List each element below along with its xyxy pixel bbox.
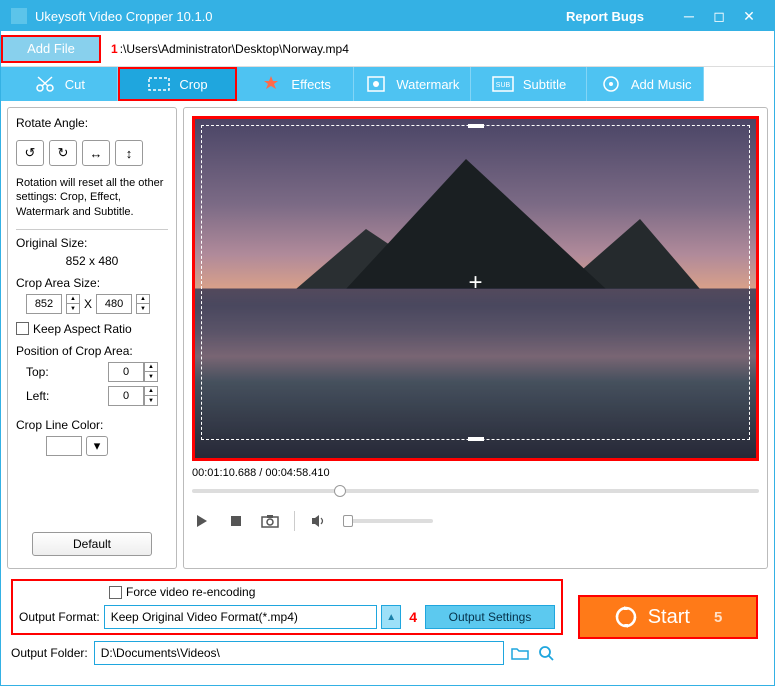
crop-icon [147, 75, 171, 93]
tab-spacer [704, 67, 774, 101]
annotation-5: 5 [714, 609, 722, 626]
crop-width-spinner[interactable]: ▲▼ [66, 294, 80, 314]
svg-text:SUB: SUB [496, 82, 511, 89]
app-title: Ukeysoft Video Cropper 10.1.0 [35, 9, 566, 24]
play-button[interactable] [192, 511, 212, 531]
tab-cut[interactable]: Cut [1, 67, 118, 101]
output-format-label: Output Format: [19, 610, 100, 624]
subtitle-icon: SUB [491, 75, 515, 93]
tab-addmusic-label: Add Music [631, 77, 692, 92]
crop-left-spinner[interactable]: ▲▼ [144, 386, 158, 406]
close-button[interactable]: ✕ [734, 8, 764, 25]
snapshot-button[interactable] [260, 511, 280, 531]
output-folder-input[interactable] [94, 641, 504, 665]
crop-left-input[interactable] [108, 386, 144, 406]
output-format-dropdown-button[interactable]: ▲ [381, 605, 401, 629]
output-format-select[interactable]: Keep Original Video Format(*.mp4) [104, 605, 378, 629]
tab-cut-label: Cut [65, 77, 85, 92]
titlebar: Ukeysoft Video Cropper 10.1.0 Report Bug… [1, 1, 774, 31]
crop-settings-panel: Rotate Angle: ↺ ↻ ↔ ↕ Rotation will rese… [7, 107, 177, 569]
tab-subtitle[interactable]: SUB Subtitle [471, 67, 588, 101]
tab-effects[interactable]: Effects [237, 67, 354, 101]
crop-position-label: Position of Crop Area: [16, 344, 168, 358]
crop-frame-overlay[interactable]: + [201, 125, 750, 440]
music-icon [599, 75, 623, 93]
default-button[interactable]: Default [32, 532, 152, 556]
flip-vertical-button[interactable]: ↕ [115, 140, 143, 166]
flip-horizontal-button[interactable]: ↔ [82, 140, 110, 166]
crop-line-color-label: Crop Line Color: [16, 418, 168, 432]
output-format-value: Keep Original Video Format(*.mp4) [111, 610, 298, 624]
force-reencode-checkbox[interactable] [109, 586, 122, 599]
seek-thumb[interactable] [334, 485, 346, 497]
open-folder-button[interactable] [536, 643, 556, 663]
crop-handle-top[interactable] [468, 124, 484, 128]
tool-tabs: Cut Crop Effects Watermark SUB Subtitle … [1, 67, 774, 101]
tab-crop[interactable]: Crop [118, 67, 238, 101]
tab-watermark-label: Watermark [396, 77, 459, 92]
annotation-1: 1 [111, 42, 118, 56]
browse-folder-button[interactable] [510, 643, 530, 663]
tab-watermark[interactable]: Watermark [354, 67, 471, 101]
maximize-button[interactable]: ◻ [704, 8, 734, 25]
force-reencode-label: Force video re-encoding [126, 585, 255, 599]
add-file-button[interactable]: Add File [1, 35, 101, 63]
rotate-cw-button[interactable]: ↻ [49, 140, 77, 166]
crop-line-color-dropdown[interactable]: ▾ [86, 436, 108, 456]
effects-icon [259, 75, 283, 93]
report-bugs-link[interactable]: Report Bugs [566, 9, 644, 24]
tab-crop-label: Crop [179, 77, 207, 92]
start-label: Start [648, 606, 690, 629]
crop-height-input[interactable] [96, 294, 132, 314]
crop-handle-bottom[interactable] [468, 437, 484, 441]
annotation-4: 4 [409, 609, 417, 625]
left-label: Left: [26, 389, 49, 403]
top-label: Top: [26, 365, 49, 379]
tab-effects-label: Effects [291, 77, 331, 92]
rotate-angle-label: Rotate Angle: [16, 116, 168, 130]
keep-aspect-label: Keep Aspect Ratio [33, 322, 132, 336]
crop-top-spinner[interactable]: ▲▼ [144, 362, 158, 382]
original-size-label: Original Size: [16, 236, 168, 250]
rotation-note: Rotation will reset all the other settin… [16, 176, 168, 219]
crop-height-spinner[interactable]: ▲▼ [136, 294, 150, 314]
crop-area-size-label: Crop Area Size: [16, 276, 168, 290]
output-section: Force video re-encoding Output Format: K… [11, 579, 563, 635]
size-x-separator: X [84, 297, 92, 311]
watermark-icon [364, 75, 388, 93]
divider [294, 511, 295, 531]
crop-width-input[interactable] [26, 294, 62, 314]
file-path-text: :\Users\Administrator\Desktop\Norway.mp4 [120, 42, 349, 56]
crop-line-color-swatch[interactable] [46, 436, 82, 456]
file-toolbar: Add File 1 :\Users\Administrator\Desktop… [1, 31, 774, 67]
volume-slider[interactable] [343, 519, 433, 523]
tab-add-music[interactable]: Add Music [587, 67, 704, 101]
crop-top-input[interactable] [108, 362, 144, 382]
video-preview[interactable]: + [192, 116, 759, 461]
volume-icon[interactable] [309, 511, 329, 531]
output-settings-button[interactable]: Output Settings [425, 605, 555, 629]
video-preview-panel: + 2 00:01:10.688 / 00:04:58.410 [183, 107, 768, 569]
start-icon [614, 605, 638, 629]
tab-subtitle-label: Subtitle [523, 77, 566, 92]
minimize-button[interactable]: ─ [674, 8, 704, 24]
playback-time: 00:01:10.688 / 00:04:58.410 [192, 467, 759, 479]
keep-aspect-checkbox[interactable] [16, 322, 29, 335]
seek-slider[interactable] [192, 485, 759, 497]
stop-button[interactable] [226, 511, 246, 531]
original-size-value: 852 x 480 [16, 254, 168, 268]
rotate-ccw-button[interactable]: ↺ [16, 140, 44, 166]
cut-icon [33, 75, 57, 93]
file-path-display: 1 :\Users\Administrator\Desktop\Norway.m… [111, 42, 349, 56]
crop-center-icon: + [468, 269, 482, 297]
volume-thumb[interactable] [343, 515, 353, 527]
start-button[interactable]: Start 5 [578, 595, 758, 639]
output-folder-label: Output Folder: [11, 646, 88, 660]
app-icon [11, 8, 27, 24]
